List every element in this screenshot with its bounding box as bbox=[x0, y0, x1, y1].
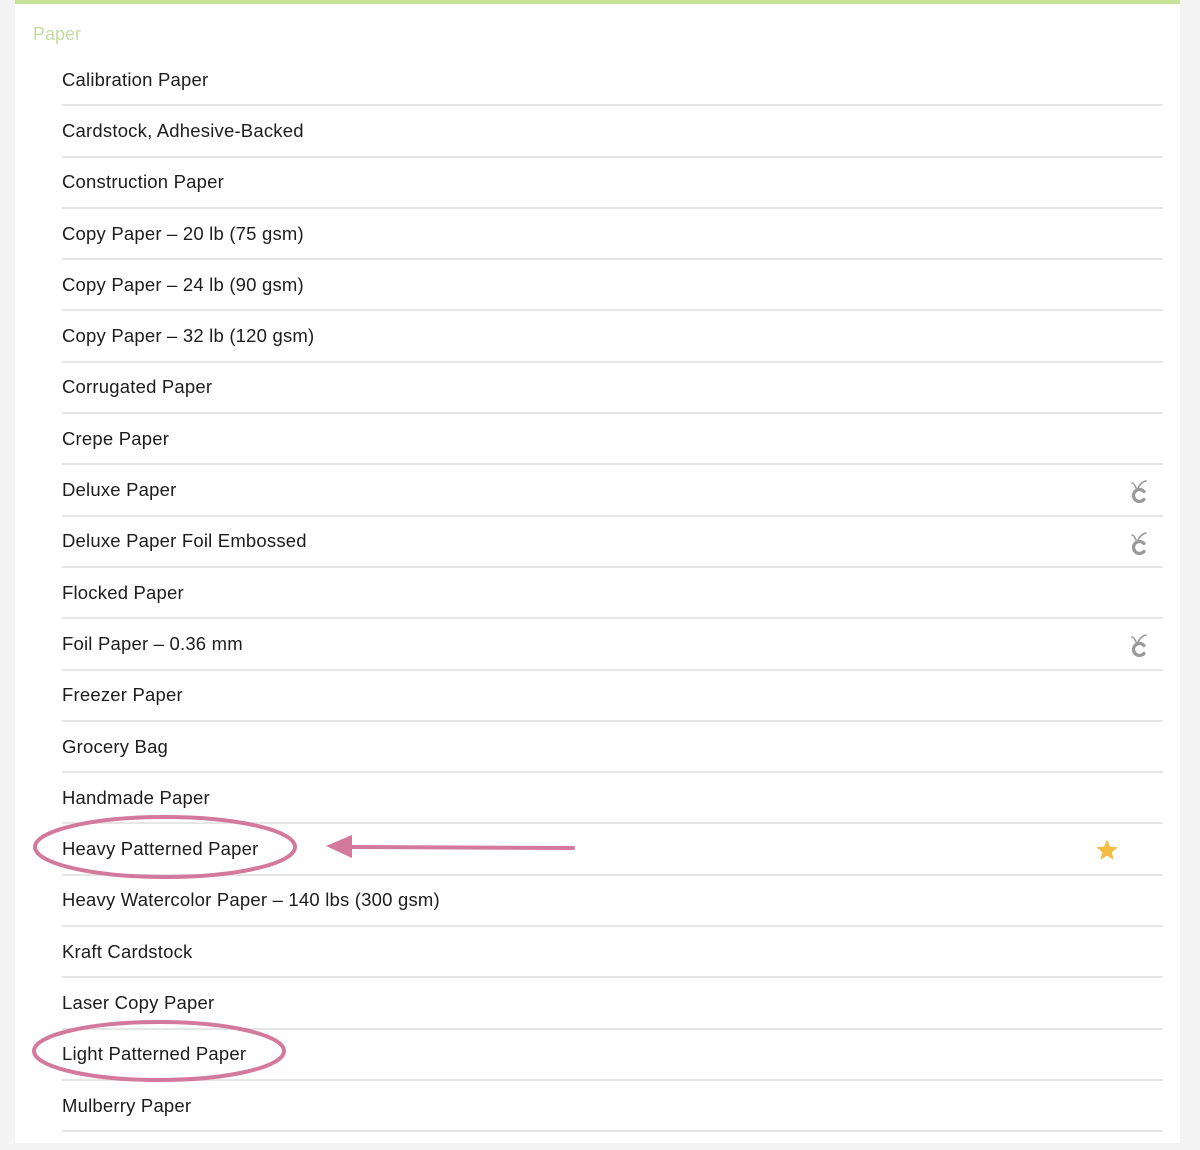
material-row[interactable]: Crepe Paper bbox=[62, 414, 1163, 466]
material-label: Corrugated Paper bbox=[62, 376, 213, 398]
material-label: Crepe Paper bbox=[62, 427, 170, 449]
material-label: Laser Copy Paper bbox=[62, 991, 215, 1013]
material-row[interactable]: Laser Copy Paper bbox=[62, 978, 1163, 1030]
material-label: Copy Paper – 20 lb (75 gsm) bbox=[62, 222, 304, 244]
material-row[interactable]: Deluxe Paper bbox=[62, 465, 1163, 517]
material-label: Foil Paper – 0.36 mm bbox=[62, 632, 243, 654]
materials-card: Paper Calibration Paper Cardstock, Adhesi… bbox=[15, 0, 1180, 1143]
material-label: Heavy Watercolor Paper – 140 lbs (300 gs… bbox=[62, 889, 440, 911]
material-label: Kraft Cardstock bbox=[62, 940, 193, 962]
material-label: Deluxe Paper bbox=[62, 479, 177, 501]
material-row[interactable]: Freezer Paper bbox=[62, 671, 1163, 722]
material-label: Handmade Paper bbox=[62, 786, 210, 808]
material-row[interactable]: Corrugated Paper bbox=[62, 363, 1163, 415]
material-label: Calibration Paper bbox=[62, 68, 209, 90]
material-row[interactable]: Light Patterned Paper bbox=[62, 1030, 1163, 1081]
material-row[interactable]: Mulberry Paper bbox=[62, 1081, 1163, 1133]
material-label: Freezer Paper bbox=[62, 684, 183, 706]
material-row[interactable]: Copy Paper – 20 lb (75 gsm) bbox=[62, 209, 1163, 261]
material-row[interactable]: Kraft Cardstock bbox=[62, 927, 1163, 979]
material-row[interactable]: Cardstock, Adhesive-Backed bbox=[62, 106, 1163, 158]
material-row[interactable]: Heavy Patterned Paper bbox=[62, 824, 1163, 876]
material-label: Mulberry Paper bbox=[62, 1094, 192, 1116]
material-row[interactable]: Grocery Bag bbox=[62, 722, 1163, 774]
material-row[interactable]: Deluxe Paper Foil Embossed bbox=[62, 517, 1163, 568]
star-icon[interactable] bbox=[1095, 838, 1119, 862]
material-label: Deluxe Paper Foil Embossed bbox=[62, 530, 307, 552]
material-label: Grocery Bag bbox=[62, 735, 169, 757]
cricut-icon bbox=[1127, 633, 1149, 659]
section-title: Paper bbox=[33, 24, 82, 44]
cricut-icon bbox=[1127, 531, 1149, 557]
material-row[interactable]: Construction Paper bbox=[62, 158, 1163, 209]
material-row[interactable]: Flocked Paper bbox=[62, 568, 1163, 620]
material-label: Construction Paper bbox=[62, 171, 224, 193]
material-row[interactable]: Copy Paper – 32 lb (120 gsm) bbox=[62, 311, 1163, 363]
material-row[interactable]: Calibration Paper bbox=[62, 55, 1163, 107]
material-list: Calibration Paper Cardstock, Adhesive-Bac… bbox=[62, 55, 1163, 1133]
material-row[interactable]: Heavy Watercolor Paper – 140 lbs (300 gs… bbox=[62, 876, 1163, 928]
material-label: Heavy Patterned Paper bbox=[62, 838, 259, 860]
material-row[interactable]: Copy Paper – 24 lb (90 gsm) bbox=[62, 260, 1163, 312]
material-label: Cardstock, Adhesive-Backed bbox=[62, 119, 304, 141]
material-row[interactable]: Foil Paper – 0.36 mm bbox=[62, 619, 1163, 671]
cricut-icon bbox=[1127, 479, 1149, 505]
material-label: Light Patterned Paper bbox=[62, 1043, 247, 1065]
material-label: Copy Paper – 32 lb (120 gsm) bbox=[62, 325, 315, 347]
material-label: Copy Paper – 24 lb (90 gsm) bbox=[62, 273, 304, 295]
material-row[interactable]: Handmade Paper bbox=[62, 773, 1163, 825]
material-label: Flocked Paper bbox=[62, 581, 184, 603]
